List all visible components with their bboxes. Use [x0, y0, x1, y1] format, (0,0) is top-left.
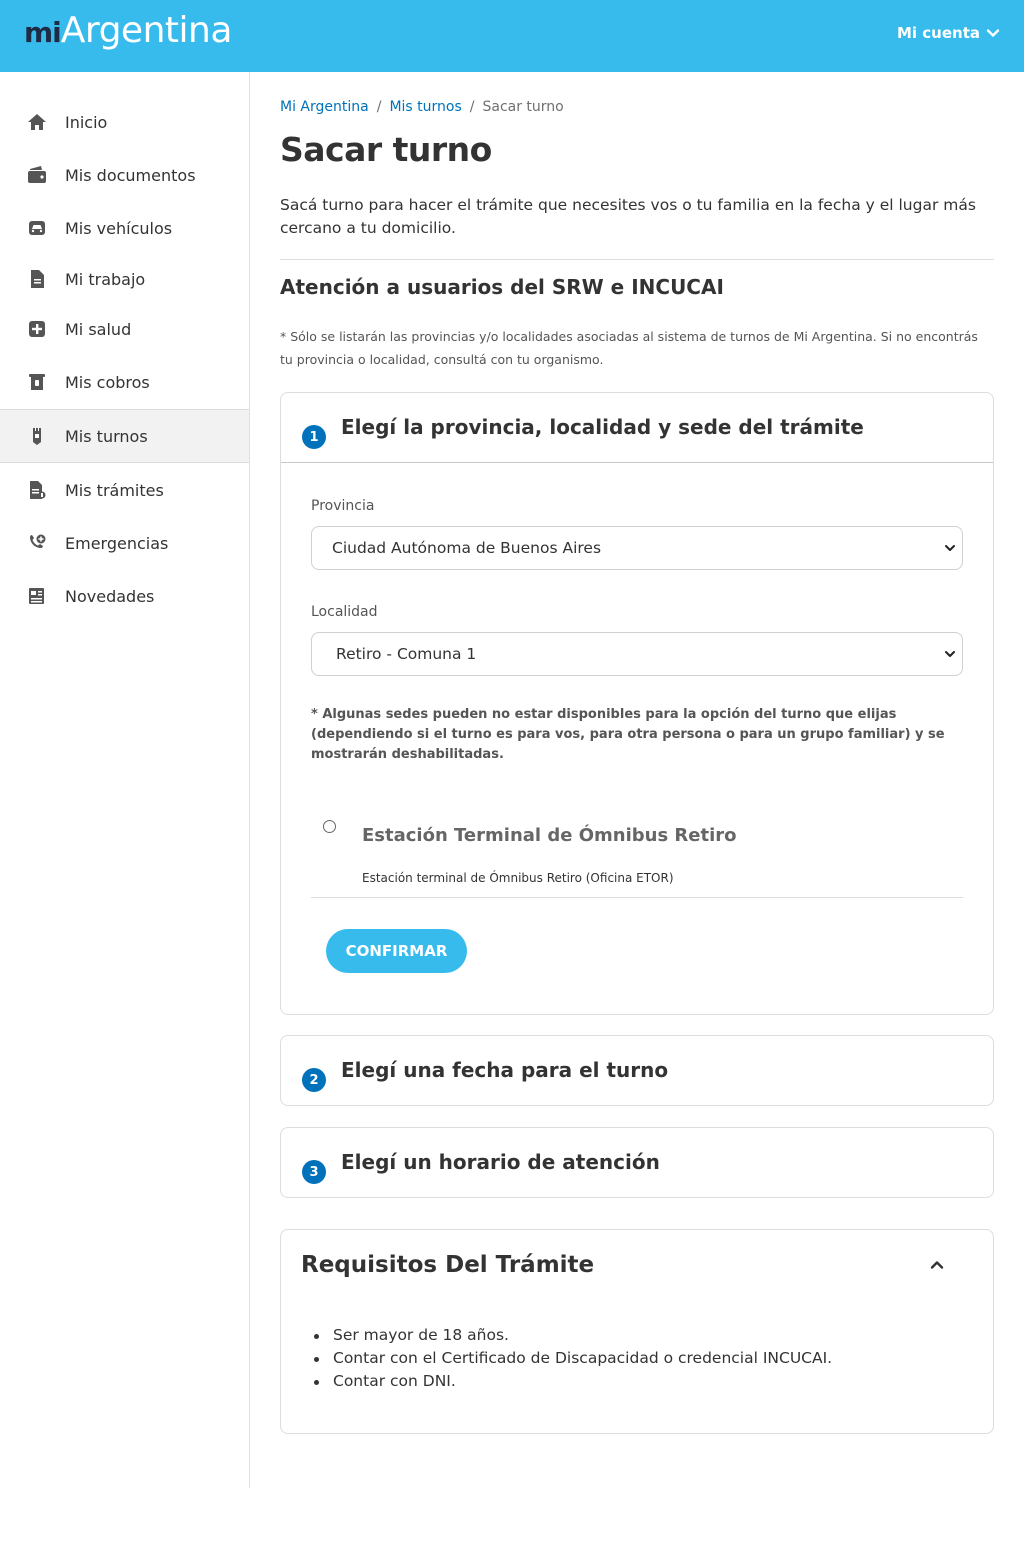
requirements-title: Requisitos Del Trámite: [301, 1252, 595, 1278]
sede-detail: Estación terminal de Ómnibus Retiro (Ofi…: [362, 871, 674, 885]
list-item: Contar con DNI.: [313, 1370, 832, 1393]
sidebar-item-mis-vehiculos[interactable]: Mis vehículos: [0, 201, 249, 255]
health-cross-icon: [26, 318, 48, 340]
section-title: Atención a usuarios del SRW e INCUCAI: [280, 275, 724, 299]
sidebar-item-emergencias[interactable]: Emergencias: [0, 516, 249, 570]
sidebar-item-mis-turnos[interactable]: Mis turnos: [0, 409, 249, 463]
wallet-icon: [26, 164, 48, 186]
breadcrumb-separator: /: [469, 99, 475, 115]
step-1-card: 1 Elegí la provincia, localidad y sede d…: [280, 392, 994, 1015]
sede-radio[interactable]: [323, 820, 336, 833]
breadcrumb-home-link[interactable]: Mi Argentina: [280, 99, 369, 115]
breadcrumb-current: Sacar turno: [482, 99, 564, 115]
sidebar-item-mis-cobros[interactable]: Mis cobros: [0, 355, 249, 409]
step-3-card[interactable]: 3 Elegí un horario de atención: [280, 1127, 994, 1198]
localidad-selected-value: Retiro - Comuna 1: [336, 645, 477, 663]
sidebar-item-label: Novedades: [65, 586, 155, 606]
divider: [280, 259, 994, 260]
requirements-list: Ser mayor de 18 años. Contar con el Cert…: [313, 1324, 832, 1393]
file-list-icon: [26, 479, 48, 501]
sede-availability-note: * Algunas sedes pueden no estar disponib…: [311, 707, 945, 762]
sidebar-item-label: Emergencias: [65, 533, 169, 553]
sidebar-item-inicio[interactable]: Inicio: [0, 95, 249, 149]
provincia-selected-value: Ciudad Autónoma de Buenos Aires: [332, 539, 602, 557]
sidebar-item-mis-tramites[interactable]: Mis trámites: [0, 463, 249, 517]
top-bar: miArgentina Mi cuenta: [0, 0, 1024, 72]
mi-argentina-logo[interactable]: miArgentina: [24, 10, 232, 51]
sidebar-item-label: Mis cobros: [65, 372, 150, 392]
newspaper-icon: [26, 585, 48, 607]
list-item: Ser mayor de 18 años.: [313, 1324, 832, 1347]
account-menu-button[interactable]: Mi cuenta: [897, 24, 1000, 42]
chevron-down-icon: [986, 29, 1000, 37]
step-number-badge: 1: [302, 425, 326, 449]
sidebar-item-label: Mis turnos: [65, 426, 148, 446]
chevron-down-icon: [945, 545, 955, 551]
requirements-card: Requisitos Del Trámite Ser mayor de 18 a…: [280, 1229, 994, 1434]
sidebar-item-label: Mis documentos: [65, 165, 196, 185]
step-number-badge: 3: [302, 1160, 326, 1184]
provinces-note: * Sólo se listarán las provincias y/o lo…: [280, 329, 978, 367]
sidebar-item-label: Mi trabajo: [65, 269, 146, 289]
step-2-header[interactable]: 2 Elegí una fecha para el turno: [281, 1036, 993, 1106]
breadcrumb: Mi Argentina / Mis turnos / Sacar turno: [280, 99, 564, 115]
chevron-down-icon: [945, 651, 955, 657]
account-label: Mi cuenta: [896, 24, 980, 42]
provincia-label: Provincia: [311, 498, 375, 514]
home-icon: [26, 111, 48, 133]
list-item: Contar con el Certificado de Discapacida…: [313, 1347, 832, 1370]
step-3-header[interactable]: 3 Elegí un horario de atención: [281, 1128, 993, 1198]
step-3-title: Elegí un horario de atención: [341, 1150, 660, 1174]
localidad-label: Localidad: [311, 604, 378, 620]
breadcrumb-separator: /: [376, 99, 382, 115]
sidebar-item-mi-salud[interactable]: Mi salud: [0, 302, 249, 356]
sidebar-item-label: Mis vehículos: [65, 218, 173, 238]
document-icon: [26, 268, 48, 290]
confirm-button[interactable]: CONFIRMAR: [326, 929, 467, 973]
sidebar-item-label: Mi salud: [65, 319, 132, 339]
step-number-badge: 2: [302, 1068, 326, 1092]
page-title: Sacar turno: [280, 130, 492, 169]
sede-name[interactable]: Estación Terminal de Ómnibus Retiro: [362, 825, 737, 846]
breadcrumb-section-link[interactable]: Mis turnos: [389, 99, 461, 115]
step-2-title: Elegí una fecha para el turno: [341, 1058, 669, 1082]
chevron-up-icon[interactable]: [929, 1257, 945, 1273]
step-1-header[interactable]: 1 Elegí la provincia, localidad y sede d…: [281, 393, 993, 463]
page-intro: Sacá turno para hacer el trámite que nec…: [280, 196, 976, 237]
car-icon: [26, 217, 48, 239]
divider: [311, 897, 963, 898]
divider: [281, 462, 993, 463]
localidad-select[interactable]: Retiro - Comuna 1: [311, 632, 963, 676]
provincia-select[interactable]: Ciudad Autónoma de Buenos Aires: [311, 526, 963, 570]
ticket-icon: [26, 425, 48, 447]
sidebar-item-label: Mis trámites: [65, 480, 164, 500]
step-2-card[interactable]: 2 Elegí una fecha para el turno: [280, 1035, 994, 1106]
receipt-icon: [26, 371, 48, 393]
sidebar-item-mi-trabajo[interactable]: Mi trabajo: [0, 252, 249, 306]
step-1-title: Elegí la provincia, localidad y sede del…: [341, 415, 864, 439]
sidebar-nav: Inicio Mis documentos Mis vehículos Mi t…: [0, 72, 250, 1488]
sidebar-item-novedades[interactable]: Novedades: [0, 569, 249, 623]
logo-mi: mi: [24, 16, 62, 49]
sidebar-item-label: Inicio: [65, 112, 108, 132]
logo-argentina: Argentina: [60, 10, 233, 51]
phone-plus-icon: [26, 532, 48, 554]
sidebar-item-mis-documentos[interactable]: Mis documentos: [0, 148, 249, 202]
